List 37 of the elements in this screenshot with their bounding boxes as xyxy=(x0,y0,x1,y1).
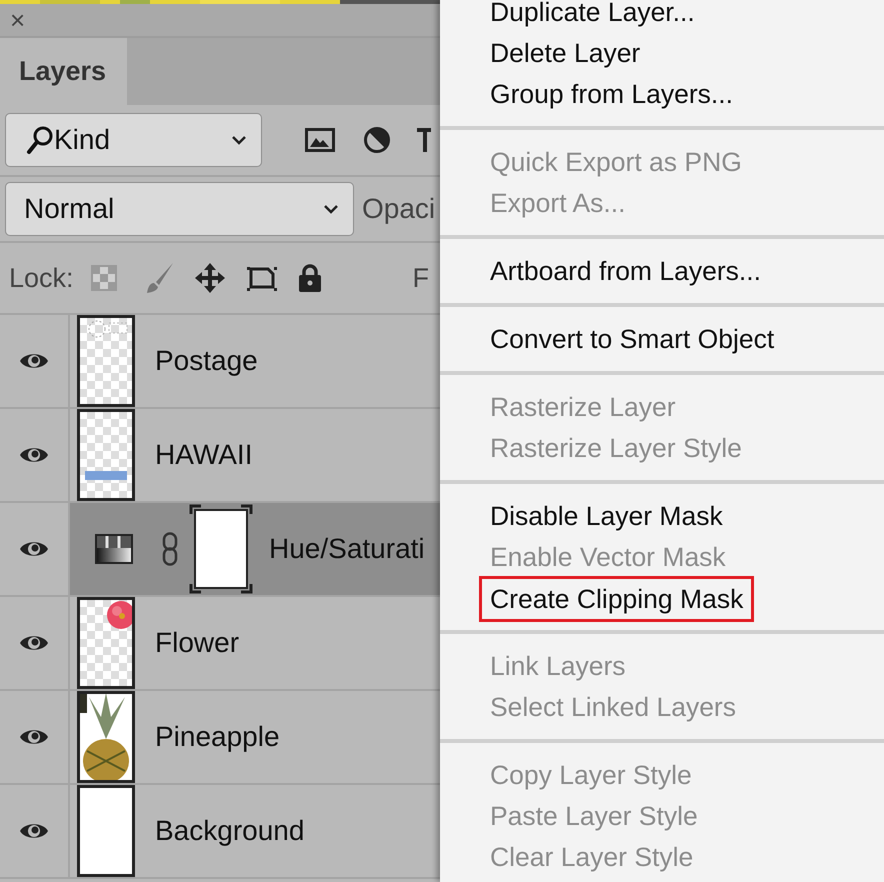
search-icon xyxy=(26,125,54,155)
close-button[interactable]: × xyxy=(8,7,28,33)
menu-item[interactable]: Create Clipping Mask xyxy=(480,577,754,621)
layer-name: Pineapple xyxy=(155,720,280,754)
lock-icon[interactable] xyxy=(298,263,322,293)
chevron-down-icon xyxy=(323,204,339,214)
layer-row[interactable]: HAWAII xyxy=(70,409,440,501)
menu-item[interactable]: Group from Layers... xyxy=(440,74,884,115)
image-filter-icon[interactable] xyxy=(305,128,335,152)
layer-row[interactable]: Flower xyxy=(70,597,440,689)
layer-name: Flower xyxy=(155,626,240,660)
layer-row[interactable]: Background xyxy=(70,785,440,877)
layer-name: Background xyxy=(155,814,304,848)
menu-item[interactable]: Disable Layer Mask xyxy=(440,496,884,537)
menu-item[interactable]: Convert to Smart Object xyxy=(440,319,884,360)
layer-name: Hue/Saturati xyxy=(269,532,425,566)
layer-row[interactable]: Hue/Saturati xyxy=(70,503,440,595)
layer-mask-thumbnail[interactable] xyxy=(189,504,253,594)
blend-mode-dropdown[interactable]: Normal xyxy=(5,182,354,236)
layer-name: HAWAII xyxy=(155,438,252,472)
layer-row[interactable]: Pineapple xyxy=(70,691,440,783)
fill-label: F xyxy=(412,262,430,295)
move-icon[interactable] xyxy=(194,262,226,294)
link-icon[interactable] xyxy=(161,532,179,566)
adjustment-layer-icon xyxy=(95,534,133,564)
type-filter-icon[interactable] xyxy=(417,126,431,154)
menu-item[interactable]: Delete Layer xyxy=(440,33,884,74)
menu-item[interactable]: Artboard from Layers... xyxy=(440,251,884,292)
chevron-down-icon xyxy=(231,135,247,145)
lock-label: Lock: xyxy=(9,262,74,295)
opacity-label: Opaci xyxy=(362,192,436,226)
kind-filter-dropdown[interactable]: Kind xyxy=(5,113,262,167)
layer-row[interactable]: Postage xyxy=(70,315,440,407)
layers-tab[interactable]: Layers xyxy=(0,38,127,105)
adjustment-filter-icon[interactable] xyxy=(363,126,391,154)
menu-item[interactable]: Duplicate Layer... xyxy=(440,0,884,33)
layer-name: Postage xyxy=(155,344,258,378)
